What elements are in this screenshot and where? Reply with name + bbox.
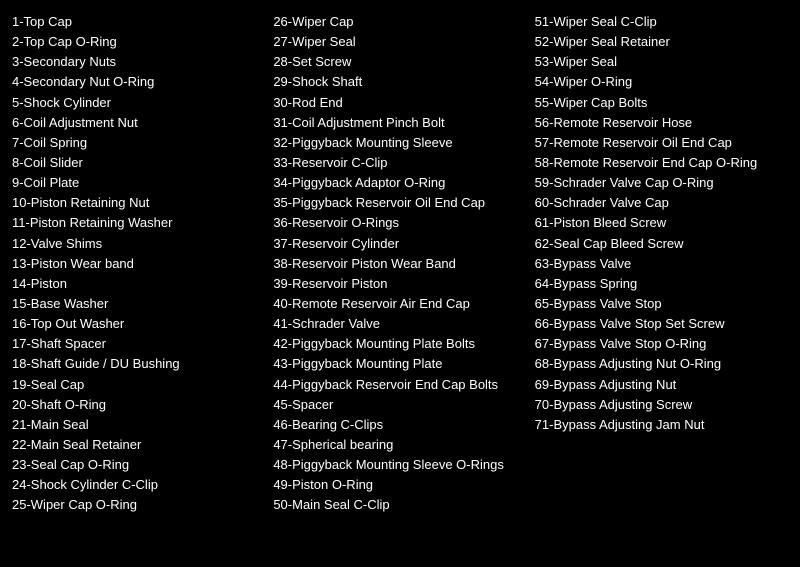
list-item: 5-Shock Cylinder [12, 93, 261, 113]
list-item: 29-Shock Shaft [273, 72, 522, 92]
list-item: 36-Reservoir O-Rings [273, 213, 522, 233]
list-item: 28-Set Screw [273, 52, 522, 72]
list-item: 69-Bypass Adjusting Nut [535, 375, 784, 395]
list-item: 21-Main Seal [12, 415, 261, 435]
column-3: 51-Wiper Seal C-Clip52-Wiper Seal Retain… [529, 12, 790, 516]
list-item: 17-Shaft Spacer [12, 334, 261, 354]
list-item: 68-Bypass Adjusting Nut O-Ring [535, 354, 784, 374]
list-item: 20-Shaft O-Ring [12, 395, 261, 415]
list-item: 54-Wiper O-Ring [535, 72, 784, 92]
list-item: 35-Piggyback Reservoir Oil End Cap [273, 193, 522, 213]
list-item: 4-Secondary Nut O-Ring [12, 72, 261, 92]
column-2: 26-Wiper Cap27-Wiper Seal28-Set Screw29-… [267, 12, 528, 516]
list-item: 12-Valve Shims [12, 234, 261, 254]
list-item: 59-Schrader Valve Cap O-Ring [535, 173, 784, 193]
list-item: 39-Reservoir Piston [273, 274, 522, 294]
list-item: 65-Bypass Valve Stop [535, 294, 784, 314]
list-item: 26-Wiper Cap [273, 12, 522, 32]
list-item: 34-Piggyback Adaptor O-Ring [273, 173, 522, 193]
list-item: 52-Wiper Seal Retainer [535, 32, 784, 52]
list-item: 41-Schrader Valve [273, 314, 522, 334]
list-item: 45-Spacer [273, 395, 522, 415]
list-item: 64-Bypass Spring [535, 274, 784, 294]
list-item: 13-Piston Wear band [12, 254, 261, 274]
list-item: 58-Remote Reservoir End Cap O-Ring [535, 153, 784, 173]
list-item: 48-Piggyback Mounting Sleeve O-Rings [273, 455, 522, 475]
list-item: 22-Main Seal Retainer [12, 435, 261, 455]
list-item: 14-Piston [12, 274, 261, 294]
list-item: 30-Rod End [273, 93, 522, 113]
list-item: 57-Remote Reservoir Oil End Cap [535, 133, 784, 153]
list-item: 23-Seal Cap O-Ring [12, 455, 261, 475]
column-1: 1-Top Cap2-Top Cap O-Ring3-Secondary Nut… [10, 12, 267, 516]
list-item: 7-Coil Spring [12, 133, 261, 153]
list-item: 51-Wiper Seal C-Clip [535, 12, 784, 32]
list-item: 56-Remote Reservoir Hose [535, 113, 784, 133]
list-item: 16-Top Out Washer [12, 314, 261, 334]
list-item: 70-Bypass Adjusting Screw [535, 395, 784, 415]
list-item: 47-Spherical bearing [273, 435, 522, 455]
list-item: 53-Wiper Seal [535, 52, 784, 72]
list-item: 42-Piggyback Mounting Plate Bolts [273, 334, 522, 354]
list-item: 6-Coil Adjustment Nut [12, 113, 261, 133]
list-item: 9-Coil Plate [12, 173, 261, 193]
list-item: 2-Top Cap O-Ring [12, 32, 261, 52]
list-item: 67-Bypass Valve Stop O-Ring [535, 334, 784, 354]
list-item: 62-Seal Cap Bleed Screw [535, 234, 784, 254]
parts-list: 1-Top Cap2-Top Cap O-Ring3-Secondary Nut… [10, 12, 790, 516]
list-item: 31-Coil Adjustment Pinch Bolt [273, 113, 522, 133]
list-item: 61-Piston Bleed Screw [535, 213, 784, 233]
list-item: 19-Seal Cap [12, 375, 261, 395]
list-item: 25-Wiper Cap O-Ring [12, 495, 261, 515]
list-item: 37-Reservoir Cylinder [273, 234, 522, 254]
list-item: 43-Piggyback Mounting Plate [273, 354, 522, 374]
list-item: 49-Piston O-Ring [273, 475, 522, 495]
list-item: 44-Piggyback Reservoir End Cap Bolts [273, 375, 522, 395]
list-item: 24-Shock Cylinder C-Clip [12, 475, 261, 495]
list-item: 1-Top Cap [12, 12, 261, 32]
list-item: 38-Reservoir Piston Wear Band [273, 254, 522, 274]
list-item: 60-Schrader Valve Cap [535, 193, 784, 213]
list-item: 63-Bypass Valve [535, 254, 784, 274]
list-item: 66-Bypass Valve Stop Set Screw [535, 314, 784, 334]
list-item: 55-Wiper Cap Bolts [535, 93, 784, 113]
list-item: 27-Wiper Seal [273, 32, 522, 52]
list-item: 18-Shaft Guide / DU Bushing [12, 354, 261, 374]
list-item: 8-Coil Slider [12, 153, 261, 173]
list-item: 10-Piston Retaining Nut [12, 193, 261, 213]
list-item: 15-Base Washer [12, 294, 261, 314]
list-item: 11-Piston Retaining Washer [12, 213, 261, 233]
list-item: 3-Secondary Nuts [12, 52, 261, 72]
list-item: 71-Bypass Adjusting Jam Nut [535, 415, 784, 435]
list-item: 46-Bearing C-Clips [273, 415, 522, 435]
list-item: 33-Reservoir C-Clip [273, 153, 522, 173]
list-item: 50-Main Seal C-Clip [273, 495, 522, 515]
list-item: 32-Piggyback Mounting Sleeve [273, 133, 522, 153]
list-item: 40-Remote Reservoir Air End Cap [273, 294, 522, 314]
